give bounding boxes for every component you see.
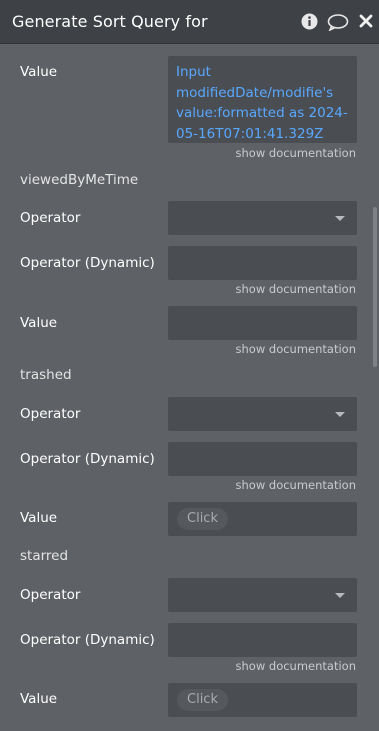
show-documentation-link[interactable]: show documentation <box>236 146 356 160</box>
scrollbar[interactable] <box>373 207 377 367</box>
close-icon[interactable] <box>359 13 373 33</box>
operator-dynamic-input[interactable] <box>168 442 357 476</box>
operator-dynamic-label: Operator (Dynamic) <box>20 255 155 271</box>
panel-header: Generate Sort Query for <box>0 0 379 44</box>
section-title-starred: starred <box>20 548 69 564</box>
chevron-down-icon <box>335 593 345 598</box>
value-input[interactable]: Click <box>168 683 357 717</box>
click-button[interactable]: Click <box>177 508 228 530</box>
operator-dropdown[interactable] <box>168 578 357 612</box>
operator-label: Operator <box>20 587 81 603</box>
operator-dynamic-input[interactable] <box>168 623 357 657</box>
value-dynamic-input[interactable]: Input modifiedDate/modifie's value:forma… <box>168 56 357 143</box>
show-documentation-link[interactable]: show documentation <box>236 659 356 673</box>
show-documentation-link[interactable]: show documentation <box>236 282 356 296</box>
operator-dynamic-input[interactable] <box>168 246 357 280</box>
value-input[interactable] <box>168 306 357 340</box>
operator-label: Operator <box>20 406 81 422</box>
click-button[interactable]: Click <box>177 689 228 711</box>
operator-label: Operator <box>20 210 81 226</box>
operator-dynamic-label: Operator (Dynamic) <box>20 632 155 648</box>
chevron-down-icon <box>335 216 345 221</box>
operator-dropdown[interactable] <box>168 201 357 235</box>
section-title-trashed: trashed <box>20 367 72 383</box>
comment-icon[interactable] <box>327 14 349 35</box>
value-label: Value <box>20 510 58 526</box>
operator-dropdown[interactable] <box>168 397 357 431</box>
show-documentation-link[interactable]: show documentation <box>236 478 356 492</box>
value-label: Value <box>20 691 58 707</box>
value-label: Value <box>20 315 58 331</box>
value-label: Value <box>20 64 58 80</box>
info-icon[interactable] <box>301 13 318 34</box>
operator-dynamic-label: Operator (Dynamic) <box>20 451 155 467</box>
show-documentation-link[interactable]: show documentation <box>236 342 356 356</box>
section-title-viewedbymetime: viewedByMeTime <box>20 172 139 188</box>
value-dynamic-text: Input modifiedDate/modifie's value:forma… <box>176 64 348 142</box>
value-input[interactable]: Click <box>168 502 357 536</box>
panel-content: Value Input modifiedDate/modifie's value… <box>0 44 379 731</box>
panel-title: Generate Sort Query for <box>12 12 208 31</box>
chevron-down-icon <box>335 412 345 417</box>
